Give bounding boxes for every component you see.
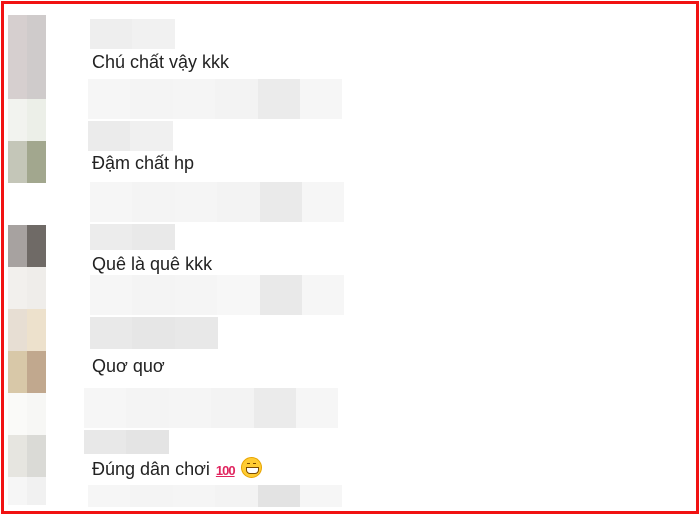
comment-text: Quơ quơ [92, 356, 165, 376]
comment-text: Chú chất vậy kkk [92, 52, 230, 72]
blurred-comment-actions[interactable] [90, 275, 344, 315]
hundred-points-icon: 100 [215, 463, 236, 478]
comment-text: Đậm chất hp [92, 153, 195, 173]
avatar-tile [8, 267, 46, 309]
avatar[interactable] [8, 225, 46, 267]
avatar-tile [8, 99, 46, 141]
blurred-comment-actions[interactable] [88, 485, 342, 507]
avatar-tile [8, 309, 46, 351]
avatar[interactable] [8, 351, 46, 393]
avatar-tile [8, 15, 46, 99]
avatar[interactable] [8, 435, 46, 477]
comment-text: Quê là quê kkk [92, 254, 213, 274]
blurred-comment-actions[interactable] [88, 79, 342, 119]
blurred-username[interactable] [84, 430, 169, 454]
avatar-tile [8, 393, 46, 435]
avatar[interactable] [8, 141, 46, 183]
avatar-tile [8, 477, 46, 505]
blurred-username[interactable] [88, 121, 173, 151]
comment-text-with-emoji: Đúng dân chơi 100 [92, 457, 262, 481]
comment-text: Đúng dân chơi [92, 459, 210, 479]
grinning-face-icon [240, 457, 262, 478]
blurred-username[interactable] [90, 317, 218, 349]
blurred-comment-actions[interactable] [90, 182, 344, 222]
blurred-comment-actions[interactable] [84, 388, 338, 428]
blurred-username[interactable] [90, 224, 175, 250]
blurred-username[interactable] [90, 19, 175, 49]
